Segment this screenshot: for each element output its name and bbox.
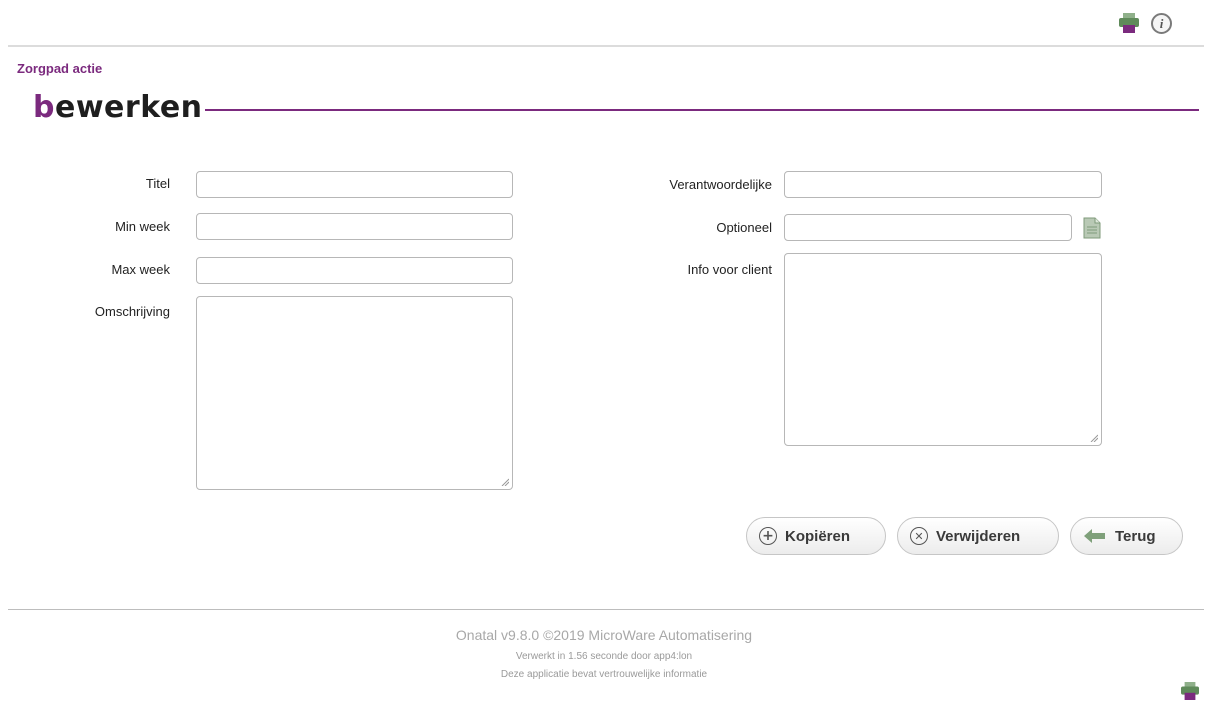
terug-button[interactable]: Terug [1070,517,1183,555]
footer-divider [8,609,1204,610]
optioneel-field[interactable] [784,214,1072,241]
titel-label: Titel [145,176,170,191]
omschrijving-textarea[interactable] [196,296,513,490]
optioneel-label: Optioneel [716,220,772,235]
info-icon[interactable]: i [1151,13,1172,34]
info-voor-client-textarea[interactable] [784,253,1102,446]
info-voor-client-label: Info voor client [687,262,772,277]
top-toolbar: i [0,0,1208,46]
verantwoordelijke-label: Verantwoordelijke [669,177,772,192]
resize-grip-icon[interactable] [501,478,509,486]
omschrijving-label: Omschrijving [94,304,170,319]
section-label: Zorgpad actie [17,61,103,76]
kopieren-button-label: Kopiëren [785,527,851,545]
kopieren-button[interactable]: + Kopiëren [746,517,886,555]
footer-confidential-note: Deze applicatie bevat vertrouwelijke inf… [500,669,708,680]
title-underline [205,109,1199,111]
x-circle-icon: ✕ [910,527,928,545]
page-title-rest: ewerken [54,90,203,125]
resize-grip-icon[interactable] [1090,434,1098,442]
max-week-label: Max week [111,262,170,277]
back-arrow-icon [1084,529,1105,543]
min-week-label: Min week [115,219,170,234]
max-week-field[interactable] [196,257,513,284]
terug-button-label: Terug [1115,527,1156,545]
page-title-initial: b [33,90,55,125]
footer-version: Onatal v9.8.0 ©2019 MicroWare Automatise… [455,627,753,643]
verwijderen-button-label: Verwijderen [936,527,1021,545]
header-divider [8,45,1204,47]
min-week-field[interactable] [196,213,513,240]
footer-processing-time: Verwerkt in 1.56 seconde door app4:lon [515,651,693,662]
titel-field[interactable] [196,171,513,198]
verwijderen-button[interactable]: ✕ Verwijderen [897,517,1059,555]
document-icon[interactable] [1082,216,1102,240]
verantwoordelijke-field[interactable] [784,171,1102,198]
printer-icon[interactable] [1118,13,1140,33]
plus-circle-icon: + [759,527,777,545]
page-title: bewerken [33,90,203,125]
printer-icon[interactable] [1180,682,1200,700]
